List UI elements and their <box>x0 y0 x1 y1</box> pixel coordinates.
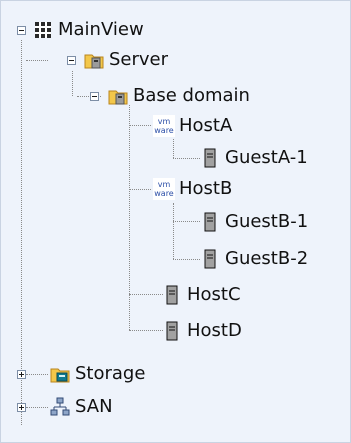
tree-view: MainView Server Base domain vm ware Host… <box>0 0 351 443</box>
tree-line <box>173 259 200 260</box>
svg-text:ware: ware <box>154 189 174 198</box>
server-icon <box>204 148 216 168</box>
tree-node-hostd[interactable]: HostD <box>161 320 242 342</box>
collapse-toggle-server[interactable] <box>67 56 76 65</box>
folder-icon <box>84 54 104 69</box>
tree-node-label: MainView <box>58 19 144 40</box>
grid-icon <box>35 22 51 38</box>
tree-line <box>21 40 22 425</box>
server-icon <box>166 285 178 305</box>
svg-text:vm: vm <box>158 180 171 189</box>
tree-node-label: HostC <box>187 284 241 305</box>
tree-line <box>26 60 48 61</box>
folder-icon <box>108 90 128 105</box>
tree-node-label: HostB <box>179 178 233 199</box>
server-icon <box>204 249 216 269</box>
tree-node-server[interactable]: Server <box>83 49 168 71</box>
tree-line <box>26 374 48 375</box>
tree-line <box>72 71 73 96</box>
server-icon <box>204 212 216 232</box>
tree-node-hostb[interactable]: vm ware HostB <box>153 178 232 200</box>
tree-node-label: HostA <box>179 115 233 136</box>
tree-node-mainview[interactable]: MainView <box>32 19 144 41</box>
svg-text:ware: ware <box>154 126 174 135</box>
network-icon <box>50 397 70 416</box>
tree-node-label: Base domain <box>133 85 250 106</box>
tree-node-label: GuestA-1 <box>225 147 308 168</box>
folder-icon <box>50 368 70 383</box>
tree-line <box>129 330 163 331</box>
tree-node-guestb-2[interactable]: GuestB-2 <box>199 248 308 270</box>
server-icon <box>166 321 178 341</box>
tree-node-storage[interactable]: Storage <box>49 363 145 385</box>
tree-node-label: Server <box>109 49 169 70</box>
vmware-icon: vm ware <box>153 178 175 200</box>
tree-node-label: GuestB-2 <box>225 248 309 269</box>
tree-line <box>129 105 130 330</box>
tree-node-guesta-1[interactable]: GuestA-1 <box>199 147 308 169</box>
expand-toggle-san[interactable] <box>17 403 26 412</box>
tree-line <box>173 139 174 158</box>
tree-node-base-domain[interactable]: Base domain <box>107 85 250 107</box>
tree-node-guestb-1[interactable]: GuestB-1 <box>199 211 308 233</box>
svg-text:vm: vm <box>158 117 171 126</box>
tree-line <box>129 294 163 295</box>
collapse-toggle-base-domain[interactable] <box>90 92 99 101</box>
tree-node-label: Storage <box>75 363 146 384</box>
tree-node-label: GuestB-1 <box>225 211 309 232</box>
vmware-icon: vm ware <box>153 115 175 137</box>
collapse-toggle-root[interactable] <box>17 26 26 35</box>
tree-line <box>173 203 174 259</box>
tree-line <box>26 407 48 408</box>
tree-line <box>129 125 151 126</box>
tree-line <box>173 221 200 222</box>
tree-node-san[interactable]: SAN <box>49 396 113 418</box>
tree-node-label: HostD <box>187 320 242 341</box>
tree-node-label: SAN <box>75 396 113 417</box>
expand-toggle-storage[interactable] <box>17 370 26 379</box>
tree-line <box>173 158 200 159</box>
tree-line <box>129 189 151 190</box>
tree-node-hosta[interactable]: vm ware HostA <box>153 115 232 137</box>
tree-node-hostc[interactable]: HostC <box>161 284 241 306</box>
